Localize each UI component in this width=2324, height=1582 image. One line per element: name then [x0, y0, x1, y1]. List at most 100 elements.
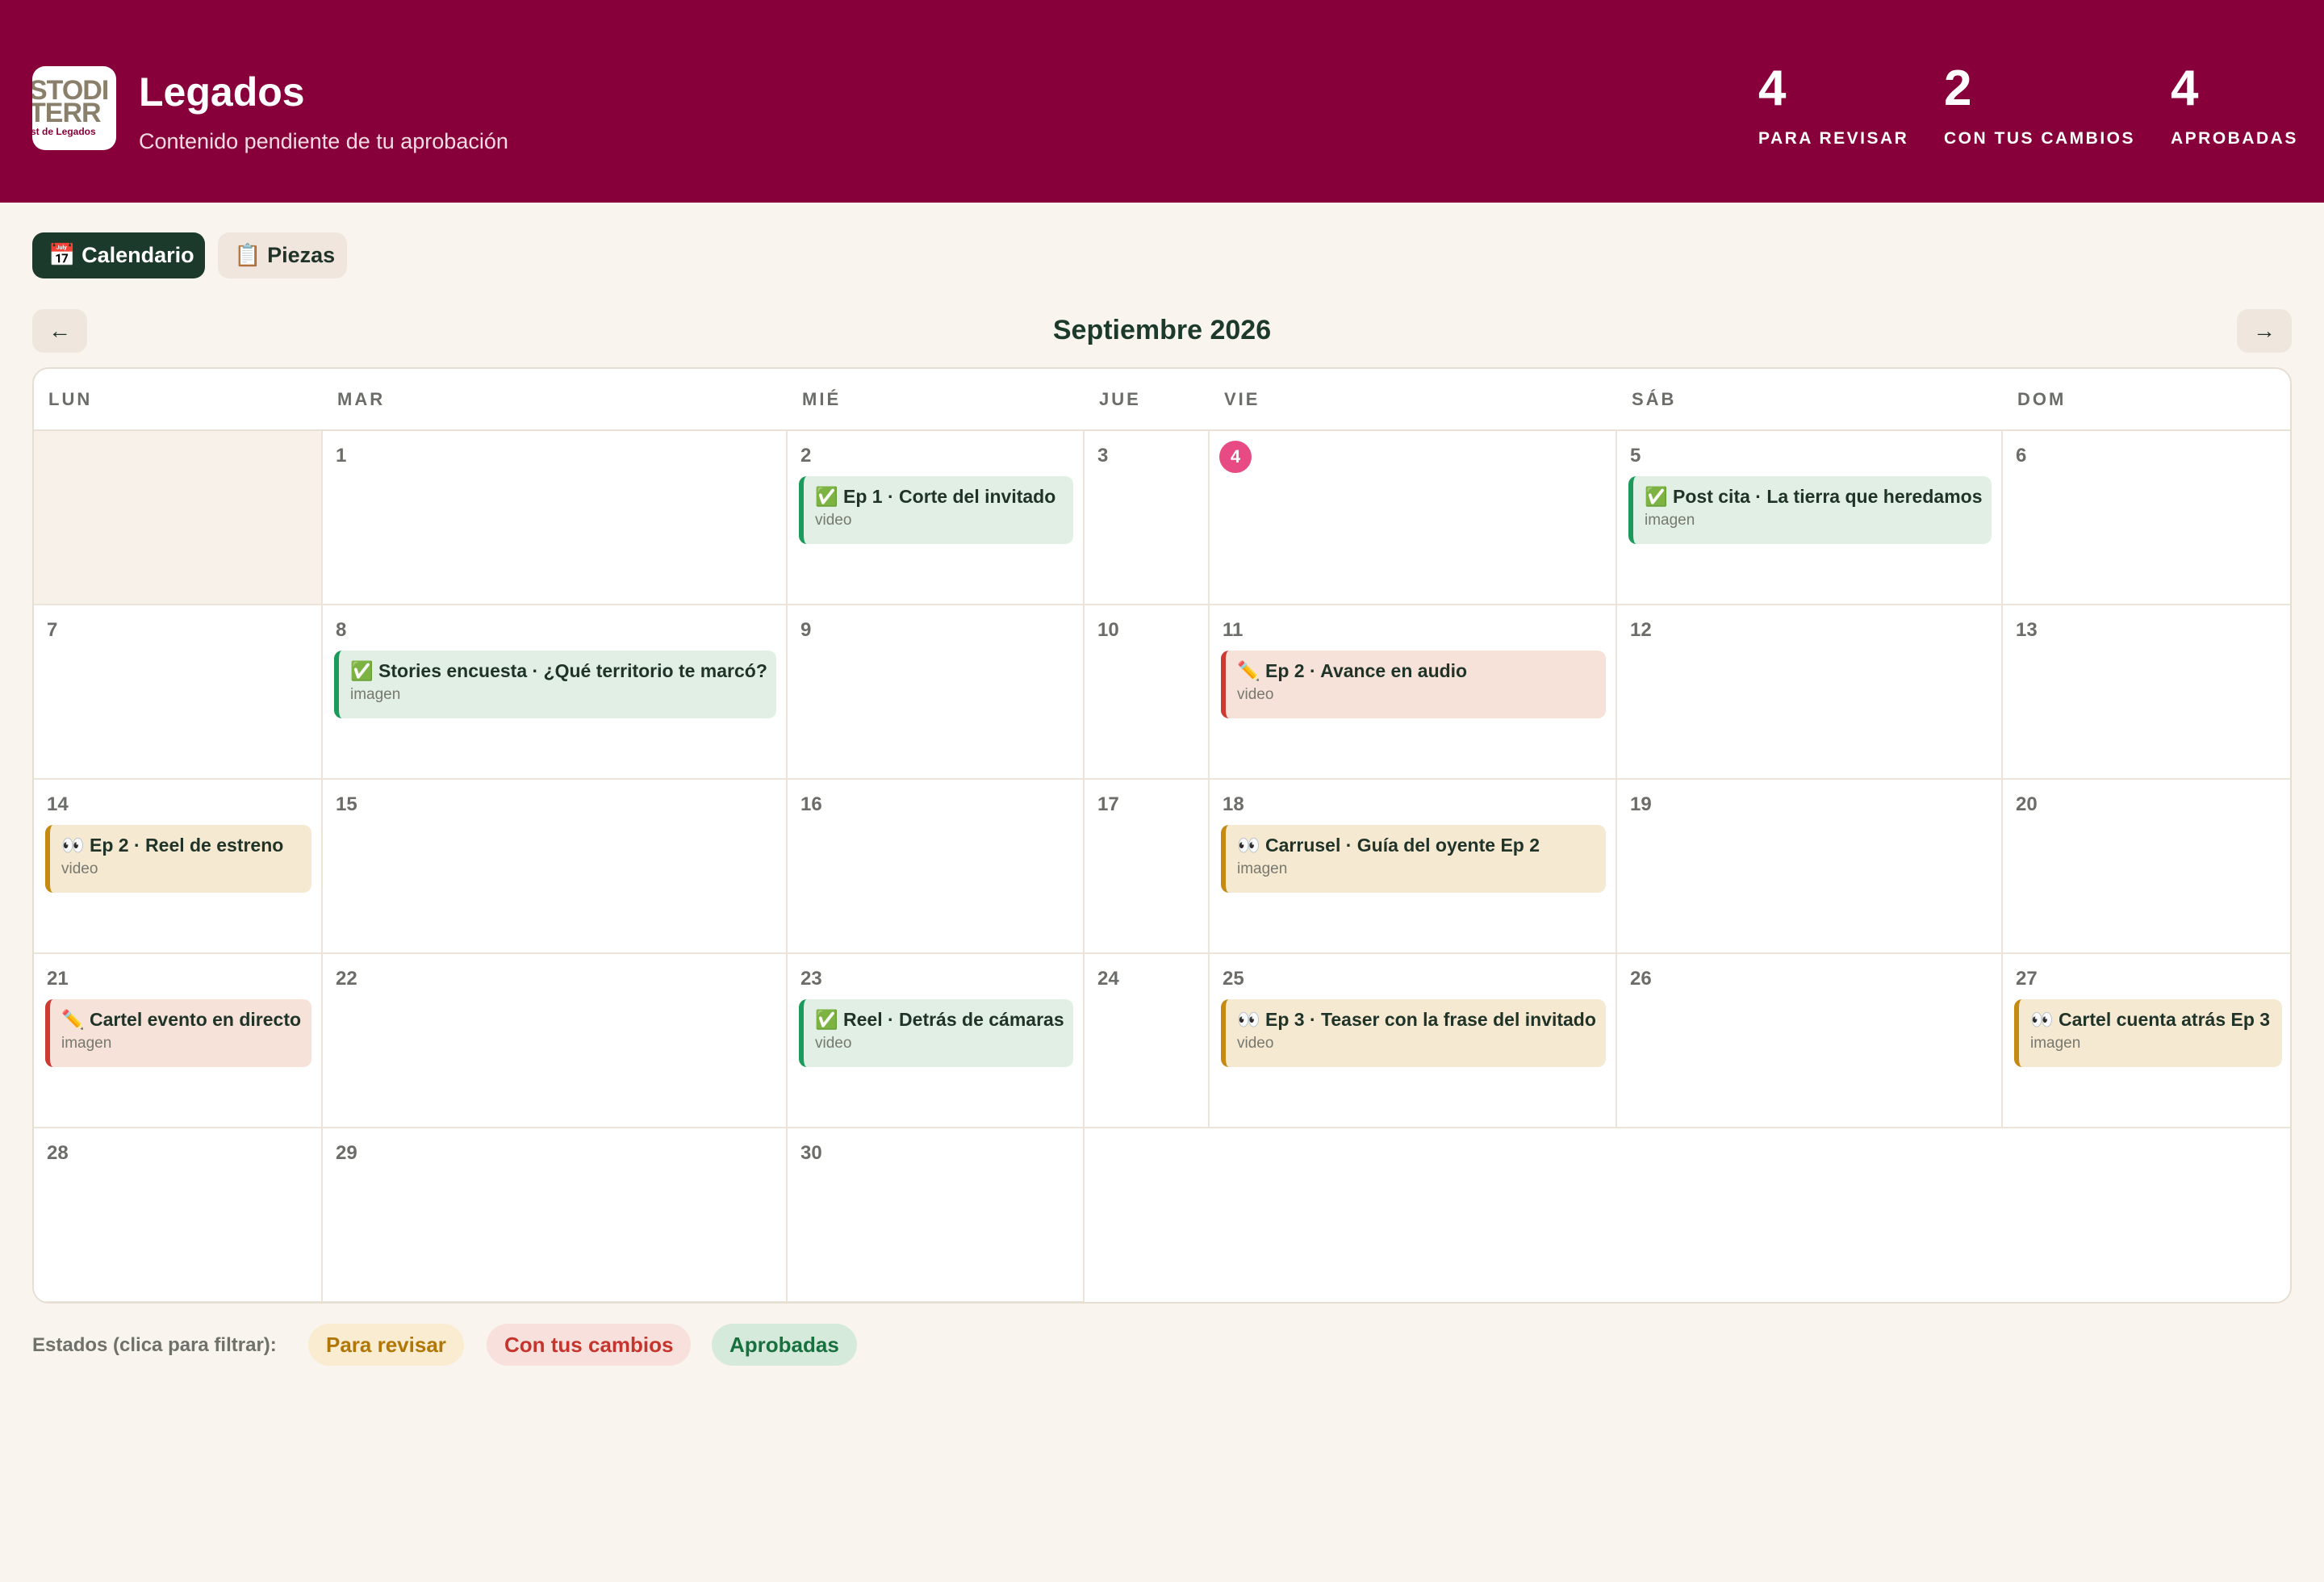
- calendar-cell[interactable]: 21 ✏️ Cartel evento en directo imagen: [34, 954, 323, 1128]
- stat-label: APROBADAS: [2171, 129, 2298, 148]
- calendar-cell[interactable]: 14 👀 Ep 2 · Reel de estreno video: [34, 780, 323, 954]
- event-type: imagen: [61, 1035, 112, 1052]
- event-card[interactable]: 👀 Cartel cuenta atrás Ep 3 imagen: [2014, 999, 2282, 1067]
- day-number: 28: [47, 1142, 69, 1164]
- event-type: imagen: [1237, 860, 1288, 877]
- event-title: 👀 Ep 3 · Teaser con la frase del invitad…: [1237, 1009, 1596, 1030]
- day-number: 30: [800, 1142, 822, 1164]
- calendar-cell[interactable]: 8 ✅ Stories encuesta · ¿Qué territorio t…: [323, 605, 788, 780]
- calendar-cell[interactable]: 30: [788, 1128, 1085, 1302]
- event-type: imagen: [350, 686, 401, 703]
- day-number: 18: [1223, 793, 1244, 815]
- arrow-right-icon: →: [2253, 318, 2276, 343]
- calendar-cell[interactable]: 29: [323, 1128, 788, 1302]
- calendar-cell[interactable]: 25 👀 Ep 3 · Teaser con la frase del invi…: [1210, 954, 1617, 1128]
- calendar-cell[interactable]: 16: [788, 780, 1085, 954]
- page-title: Legados: [139, 69, 305, 115]
- day-number: 17: [1097, 793, 1119, 815]
- event-type: video: [815, 1035, 852, 1052]
- event-card[interactable]: ✅ Ep 1 · Corte del invitado video: [799, 476, 1073, 544]
- day-number: 5: [1630, 445, 1641, 467]
- calendar-cell-today[interactable]: 4: [1210, 431, 1617, 605]
- weekday-jue: JUE: [1099, 389, 1141, 409]
- tab-piezas[interactable]: 📋 Piezas: [218, 232, 347, 278]
- calendar-cell[interactable]: 27 👀 Cartel cuenta atrás Ep 3 imagen: [2003, 954, 2290, 1128]
- day-number: 22: [336, 968, 357, 990]
- next-month-button[interactable]: →: [2237, 309, 2292, 353]
- day-number: 9: [800, 619, 812, 641]
- legend-label: Estados (clica para filtrar):: [32, 1334, 277, 1356]
- event-card[interactable]: ✅ Stories encuesta · ¿Qué territorio te …: [334, 651, 776, 718]
- event-title: ✅ Stories encuesta · ¿Qué territorio te …: [350, 660, 767, 681]
- day-number: 6: [2016, 445, 2027, 467]
- day-number: 7: [47, 619, 58, 641]
- event-card[interactable]: 👀 Ep 3 · Teaser con la frase del invitad…: [1221, 999, 1606, 1067]
- stat-con-tus-cambios: 2 CON TUS CAMBIOS: [1944, 60, 2135, 150]
- stat-aprobadas: 4 APROBADAS: [2171, 60, 2298, 150]
- weekday-vie: VIE: [1224, 389, 1260, 409]
- day-number: 27: [2016, 968, 2038, 990]
- calendar-cell[interactable]: 11 ✏️ Ep 2 · Avance en audio video: [1210, 605, 1617, 780]
- calendar-cell[interactable]: 2 ✅ Ep 1 · Corte del invitado video: [788, 431, 1085, 605]
- calendar-cell[interactable]: 9: [788, 605, 1085, 780]
- event-type: imagen: [2030, 1035, 2081, 1052]
- event-type: video: [1237, 686, 1274, 703]
- calendar-cell[interactable]: 6: [2003, 431, 2290, 605]
- calendar-cell[interactable]: 3: [1085, 431, 1210, 605]
- calendar-cell[interactable]: 19: [1617, 780, 2003, 954]
- stat-value: 4: [1758, 61, 1787, 116]
- event-title: ✏️ Ep 2 · Avance en audio: [1237, 660, 1468, 681]
- stat-value: 2: [1944, 61, 1972, 116]
- event-card[interactable]: 👀 Carrusel · Guía del oyente Ep 2 imagen: [1221, 825, 1606, 893]
- weekday-lun: LUN: [48, 389, 93, 409]
- calendar-cell[interactable]: 5 ✅ Post cita · La tierra que heredamos …: [1617, 431, 2003, 605]
- calendar-cell[interactable]: 1: [323, 431, 788, 605]
- day-number: 15: [336, 793, 357, 815]
- event-card[interactable]: 👀 Ep 2 · Reel de estreno video: [45, 825, 311, 893]
- event-type: video: [61, 860, 98, 877]
- calendar-cell[interactable]: 17: [1085, 780, 1210, 954]
- day-number: 24: [1097, 968, 1119, 990]
- weekday-mar: MAR: [337, 389, 386, 409]
- podcast-logo: STODI TERR st de Legados: [32, 66, 116, 150]
- calendar-cell-empty: [34, 431, 323, 605]
- day-number: 13: [2016, 619, 2038, 641]
- event-title: 👀 Ep 2 · Reel de estreno: [61, 835, 284, 856]
- filter-aprobadas[interactable]: Aprobadas: [712, 1324, 857, 1366]
- calendar-cell[interactable]: 10: [1085, 605, 1210, 780]
- weekday-dom: DOM: [2017, 389, 2067, 409]
- app-header: STODI TERR st de Legados Legados Conteni…: [0, 0, 2324, 203]
- day-number: 10: [1097, 619, 1119, 641]
- day-number: 16: [800, 793, 822, 815]
- event-card[interactable]: ✅ Post cita · La tierra que heredamos im…: [1628, 476, 1992, 544]
- day-number: 29: [336, 1142, 357, 1164]
- event-card[interactable]: ✏️ Cartel evento en directo imagen: [45, 999, 311, 1067]
- calendar-cell[interactable]: 12: [1617, 605, 2003, 780]
- calendar-cell[interactable]: 7: [34, 605, 323, 780]
- day-number: 1: [336, 445, 347, 467]
- calendar-grid: LUN MAR MIÉ JUE VIE SÁB DOM 1 2 ✅ Ep 1 ·…: [32, 367, 2292, 1304]
- calendar-cell[interactable]: 23 ✅ Reel · Detrás de cámaras video: [788, 954, 1085, 1128]
- filter-para-revisar[interactable]: Para revisar: [308, 1324, 464, 1366]
- event-card[interactable]: ✏️ Ep 2 · Avance en audio video: [1221, 651, 1606, 718]
- tab-calendario[interactable]: 📅 Calendario: [32, 232, 205, 278]
- event-title: ✅ Post cita · La tierra que heredamos: [1645, 486, 1983, 507]
- calendar-cell[interactable]: 18 👀 Carrusel · Guía del oyente Ep 2 ima…: [1210, 780, 1617, 954]
- weekday-mie: MIÉ: [802, 389, 842, 409]
- event-title: 👀 Cartel cuenta atrás Ep 3: [2030, 1009, 2271, 1030]
- calendar-cell[interactable]: 26: [1617, 954, 2003, 1128]
- calendar-cell[interactable]: 15: [323, 780, 788, 954]
- logo-text-line3: st de Legados: [32, 126, 96, 137]
- calendar-cell[interactable]: 28: [34, 1128, 323, 1302]
- event-type: imagen: [1645, 512, 1695, 529]
- calendar-cell[interactable]: 22: [323, 954, 788, 1128]
- calendar-cell[interactable]: 20: [2003, 780, 2290, 954]
- day-number: 8: [336, 619, 347, 641]
- day-number: 11: [1223, 619, 1244, 641]
- day-number: 2: [800, 445, 812, 467]
- event-card[interactable]: ✅ Reel · Detrás de cámaras video: [799, 999, 1073, 1067]
- calendar-cell[interactable]: 24: [1085, 954, 1210, 1128]
- filter-con-tus-cambios[interactable]: Con tus cambios: [487, 1324, 692, 1366]
- day-number: 20: [2016, 793, 2038, 815]
- calendar-cell[interactable]: 13: [2003, 605, 2290, 780]
